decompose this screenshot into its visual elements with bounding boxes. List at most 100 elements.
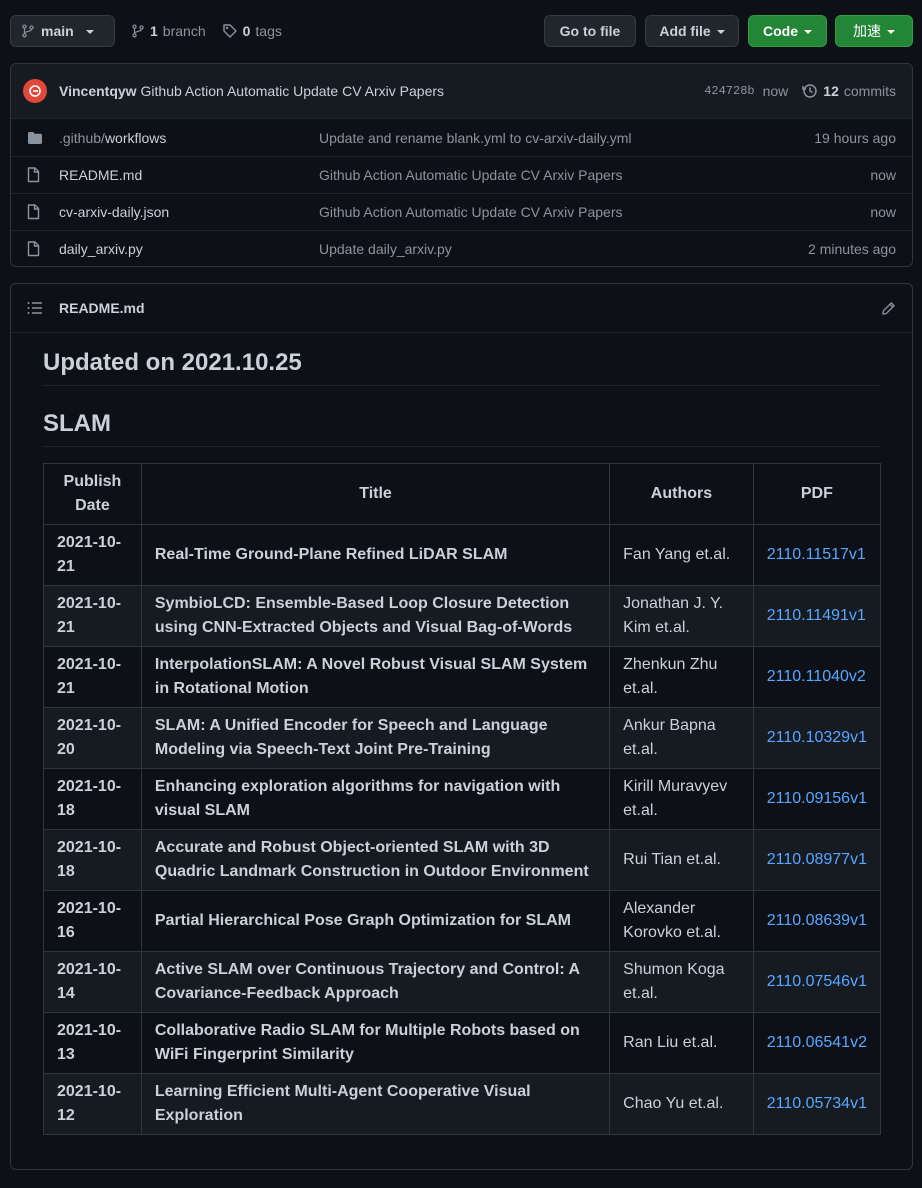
table-row: 2021-10-20 SLAM: A Unified Encoder for Sp… <box>43 707 882 769</box>
commit-message-link[interactable]: Github Action Automatic Update CV Arxiv … <box>141 83 445 99</box>
branch-name: main <box>41 23 74 39</box>
go-to-file-button[interactable]: Go to file <box>544 15 636 47</box>
file-list: .github/workflows Update and rename blan… <box>11 119 912 267</box>
paper-title: Partial Hierarchical Pose Graph Optimiza… <box>140 890 611 952</box>
avatar[interactable] <box>23 79 47 103</box>
publish-date: 2021-10-16 <box>43 890 142 952</box>
paper-authors: Zhenkun Zhu et.al. <box>609 646 754 708</box>
commits-count: 12 <box>823 83 839 99</box>
accelerate-button[interactable]: 加速 <box>835 15 913 47</box>
chevron-down-icon <box>887 30 895 34</box>
add-file-label: Add file <box>659 23 711 39</box>
paper-authors: Shumon Koga et.al. <box>609 951 754 1013</box>
tags-link[interactable]: 0 tags <box>222 23 282 39</box>
branches-count: 1 <box>150 23 158 39</box>
file-name-link[interactable]: cv-arxiv-daily.json <box>59 204 319 220</box>
pdf-link[interactable]: 2110.10329v1 <box>752 707 882 769</box>
list-icon[interactable] <box>27 301 43 315</box>
paper-title: SLAM: A Unified Encoder for Speech and L… <box>140 707 611 769</box>
branches-label: branch <box>162 23 206 39</box>
commit-time: now <box>762 83 789 99</box>
file-name-link[interactable]: README.md <box>59 167 319 183</box>
file-age: now <box>870 204 896 220</box>
file-commit-message[interactable]: Github Action Automatic Update CV Arxiv … <box>319 167 870 183</box>
paper-title: SymbioLCD: Ensemble-Based Loop Closure D… <box>140 585 611 647</box>
commit-author-link[interactable]: Vincentqyw <box>59 83 137 99</box>
branch-icon <box>131 23 145 39</box>
file-name-link[interactable]: daily_arxiv.py <box>59 241 319 257</box>
file-commit-message[interactable]: Github Action Automatic Update CV Arxiv … <box>319 204 870 220</box>
table-row: 2021-10-13 Collaborative Radio SLAM for M… <box>43 1012 882 1074</box>
publish-date: 2021-10-13 <box>43 1012 142 1074</box>
paper-authors: Jonathan J. Y. Kim et.al. <box>609 585 754 647</box>
paper-authors: Rui Tian et.al. <box>609 829 754 891</box>
pdf-link[interactable]: 2110.08977v1 <box>752 829 882 891</box>
readme-filename[interactable]: README.md <box>59 300 145 316</box>
section-heading: SLAM <box>43 410 880 447</box>
paper-authors: Alexander Korovko et.al. <box>609 890 754 952</box>
file-name-link[interactable]: .github/workflows <box>59 130 319 146</box>
file-row: .github/workflows Update and rename blan… <box>11 119 912 156</box>
column-header-authors: Authors <box>609 463 754 525</box>
file-commit-message[interactable]: Update and rename blank.yml to cv-arxiv-… <box>319 130 814 146</box>
updated-heading: Updated on 2021.10.25 <box>43 349 880 386</box>
paper-authors: Ran Liu et.al. <box>609 1012 754 1074</box>
add-file-button[interactable]: Add file <box>645 15 739 47</box>
file-row: README.md Github Action Automatic Update… <box>11 156 912 193</box>
code-label: Code <box>763 23 798 39</box>
pdf-link[interactable]: 2110.06541v2 <box>752 1012 882 1074</box>
publish-date: 2021-10-21 <box>43 646 142 708</box>
pdf-link[interactable]: 2110.05734v1 <box>752 1073 882 1135</box>
pdf-link[interactable]: 2110.11491v1 <box>752 585 882 647</box>
go-to-file-label: Go to file <box>559 23 621 39</box>
file-age: 19 hours ago <box>814 129 896 146</box>
commits-label: commits <box>843 83 896 99</box>
publish-date: 2021-10-18 <box>43 768 142 830</box>
chevron-down-icon <box>85 30 94 34</box>
file-icon <box>27 204 43 220</box>
tags-label: tags <box>255 23 282 39</box>
file-row: cv-arxiv-daily.json Github Action Automa… <box>11 193 912 230</box>
file-commit-message[interactable]: Update daily_arxiv.py <box>319 241 808 257</box>
branch-select-button[interactable]: main <box>10 15 115 47</box>
file-name-text: workflows <box>104 129 167 146</box>
file-name-prefix: .github/ <box>59 129 105 146</box>
readme-panel: README.md Updated on 2021.10.25 SLAM Pub… <box>10 283 913 1170</box>
readme-content: Updated on 2021.10.25 SLAM Publish Date … <box>11 333 912 1135</box>
table-row: 2021-10-12 Learning Efficient Multi-Agent… <box>43 1073 882 1135</box>
publish-date: 2021-10-18 <box>43 829 142 891</box>
accelerate-label: 加速 <box>853 24 881 40</box>
file-name-text: cv-arxiv-daily.json <box>59 204 170 220</box>
paper-authors: Fan Yang et.al. <box>609 524 754 586</box>
table-row: 2021-10-16 Partial Hierarchical Pose Grap… <box>43 890 882 952</box>
paper-title: Collaborative Radio SLAM for Multiple Ro… <box>140 1012 611 1074</box>
readme-header: README.md <box>11 284 912 333</box>
column-header-title: Title <box>140 463 611 525</box>
pdf-link[interactable]: 2110.08639v1 <box>752 890 882 952</box>
commit-hash-link[interactable]: 424728b <box>704 84 754 98</box>
file-icon <box>27 167 43 183</box>
pencil-icon[interactable] <box>881 301 896 316</box>
pdf-link[interactable]: 2110.11040v2 <box>752 646 882 708</box>
pdf-link[interactable]: 2110.11517v1 <box>752 524 882 586</box>
paper-authors: Chao Yu et.al. <box>609 1073 754 1135</box>
repo-toolbar: main 1 branch 0 tags Go to file Add file… <box>10 15 913 47</box>
branch-icon <box>21 23 35 39</box>
paper-title: Learning Efficient Multi-Agent Cooperati… <box>140 1073 611 1135</box>
code-button[interactable]: Code <box>748 15 827 47</box>
chevron-down-icon <box>716 30 725 34</box>
file-age: 2 minutes ago <box>808 241 896 257</box>
file-name-text: README.md <box>59 167 143 183</box>
pdf-link[interactable]: 2110.09156v1 <box>752 768 882 830</box>
table-header-row: Publish Date Title Authors PDF <box>43 463 882 525</box>
tag-icon <box>222 23 238 39</box>
branches-link[interactable]: 1 branch <box>131 23 206 39</box>
commits-link[interactable]: 12 commits <box>802 83 896 99</box>
history-icon <box>802 83 818 99</box>
table-row: 2021-10-21 SymbioLCD: Ensemble-Based Loop… <box>43 585 882 647</box>
pdf-link[interactable]: 2110.07546v1 <box>752 951 882 1013</box>
publish-date: 2021-10-21 <box>43 524 142 586</box>
publish-date: 2021-10-12 <box>43 1073 142 1135</box>
folder-icon <box>27 131 43 145</box>
table-row: 2021-10-21 InterpolationSLAM: A Novel Rob… <box>43 646 882 708</box>
